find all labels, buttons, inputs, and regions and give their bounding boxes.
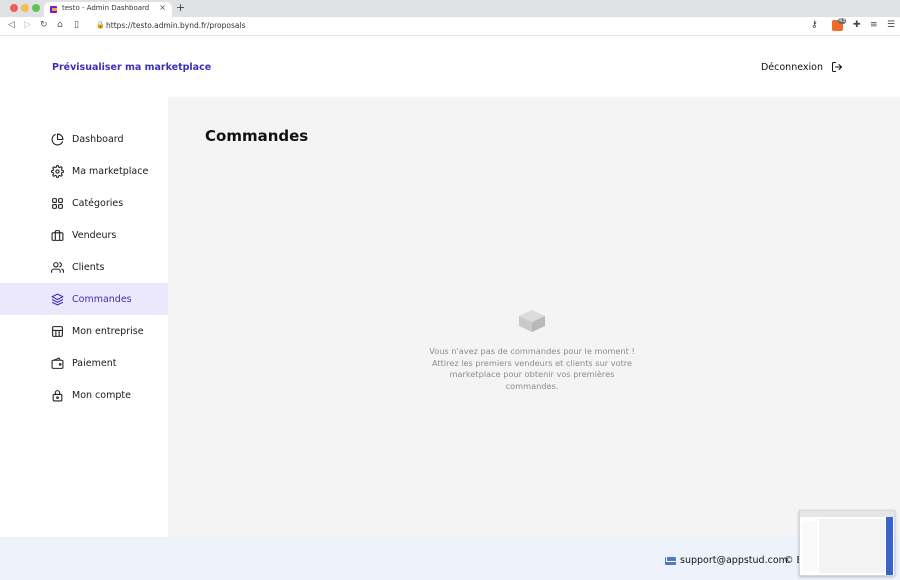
sidebar-item-label: Ma marketplace (72, 165, 149, 177)
sidebar-item-ma-marketplace[interactable]: Ma marketplace (0, 155, 168, 187)
sidebar-item-label: Commandes (72, 293, 132, 305)
gear-icon (51, 164, 64, 178)
empty-state-line: Vous n'avez pas de commandes pour le mom… (429, 346, 635, 356)
briefcase-icon (51, 229, 64, 241)
empty-state-message: Vous n'avez pas de commandes pour le mom… (414, 346, 650, 392)
sidebar-item-mon-entreprise[interactable]: Mon entreprise (0, 315, 168, 347)
lock-icon: 🔒 (96, 21, 105, 29)
logout-icon (832, 62, 842, 72)
reading-list-icon[interactable]: ≡ (870, 20, 878, 30)
thumbnail-panel (886, 517, 893, 575)
sidebar-item-categories[interactable]: Catégories (0, 187, 168, 219)
reload-icon[interactable]: ↻ (40, 20, 48, 30)
maximize-window-button[interactable] (32, 4, 40, 12)
support-email[interactable]: support@appstud.com (680, 555, 788, 566)
users-icon (51, 261, 64, 273)
url-bar[interactable]: https://testo.admin.bynd.fr/proposals (106, 21, 245, 30)
grid-icon (52, 197, 63, 209)
close-window-button[interactable] (10, 4, 18, 12)
sidebar-item-vendeurs[interactable]: Vendeurs (0, 219, 168, 251)
thumbnail-toolbar (800, 511, 894, 517)
browser-tab[interactable]: testo - Admin Dashboard × (44, 2, 172, 17)
lock-icon (52, 389, 63, 401)
sidebar-item-label: Mon compte (72, 389, 131, 401)
back-icon[interactable]: ◁ (8, 20, 15, 30)
mail-icon (665, 556, 677, 565)
minimize-window-button[interactable] (21, 4, 29, 12)
forward-icon[interactable]: ▷ (24, 20, 31, 30)
home-icon[interactable]: ⌂ (57, 20, 63, 30)
sidebar-item-label: Vendeurs (72, 229, 117, 241)
extensions-icon[interactable]: ✚ (853, 20, 861, 30)
empty-box-icon (519, 310, 545, 332)
tab-title: testo - Admin Dashboard (62, 4, 150, 12)
favicon-icon (50, 6, 57, 13)
bookmark-icon[interactable]: ▯ (74, 20, 79, 30)
layers-icon (51, 293, 64, 305)
wallet-icon (51, 357, 64, 369)
footer: support@appstud.com © B (0, 537, 900, 580)
browser-tab-strip: testo - Admin Dashboard × + (0, 0, 900, 17)
pie-chart-icon (51, 133, 64, 145)
empty-state-line: marketplace pour obtenir vos premières (449, 369, 615, 379)
menu-icon[interactable]: ☰ (887, 20, 895, 30)
key-icon[interactable]: ⚷ (811, 20, 818, 30)
empty-state-line: commandes. (505, 380, 559, 391)
sidebar-item-label: Clients (72, 261, 105, 273)
sidebar-item-label: Mon entreprise (72, 325, 144, 337)
sidebar-item-label: Catégories (72, 197, 124, 209)
support-contact[interactable]: support@appstud.com (665, 555, 788, 566)
sidebar-item-mon-compte[interactable]: Mon compte (0, 379, 168, 411)
brave-count-badge: 43 (838, 18, 847, 24)
empty-state-line: Attirez les premiers vendeurs et clients… (431, 357, 633, 368)
sidebar-item-label: Dashboard (72, 133, 124, 145)
logout-button[interactable]: Déconnexion (761, 61, 843, 73)
sidebar-item-label: Paiement (72, 357, 117, 369)
logout-label: Déconnexion (760, 61, 823, 73)
preview-marketplace-link[interactable]: Prévisualiser ma marketplace (52, 62, 211, 73)
app-header: Prévisualiser ma marketplace Déconnexion (0, 37, 900, 97)
page-title: Commandes (205, 127, 309, 145)
sidebar-item-paiement[interactable]: Paiement (0, 347, 168, 379)
sidebar-item-dashboard[interactable]: Dashboard (0, 123, 168, 155)
tab-close-button[interactable]: × (159, 3, 166, 12)
building-icon (52, 325, 63, 337)
thumbnail-sidebar (802, 521, 818, 571)
sidebar-item-clients[interactable]: Clients (0, 251, 168, 283)
browser-toolbar: ◁ ▷ ↻ ⌂ ▯ 🔒 https://testo.admin.bynd.fr/… (0, 17, 900, 36)
new-tab-button[interactable]: + (176, 1, 185, 14)
screenshot-thumbnail[interactable] (799, 510, 895, 576)
main-content: Commandes Vous n'avez pas de commandes p… (168, 97, 900, 537)
thumbnail-main (819, 519, 885, 573)
sidebar-item-commandes[interactable]: Commandes (0, 283, 168, 315)
sidebar: Dashboard Ma marketplace Catégories Vend… (0, 97, 168, 537)
